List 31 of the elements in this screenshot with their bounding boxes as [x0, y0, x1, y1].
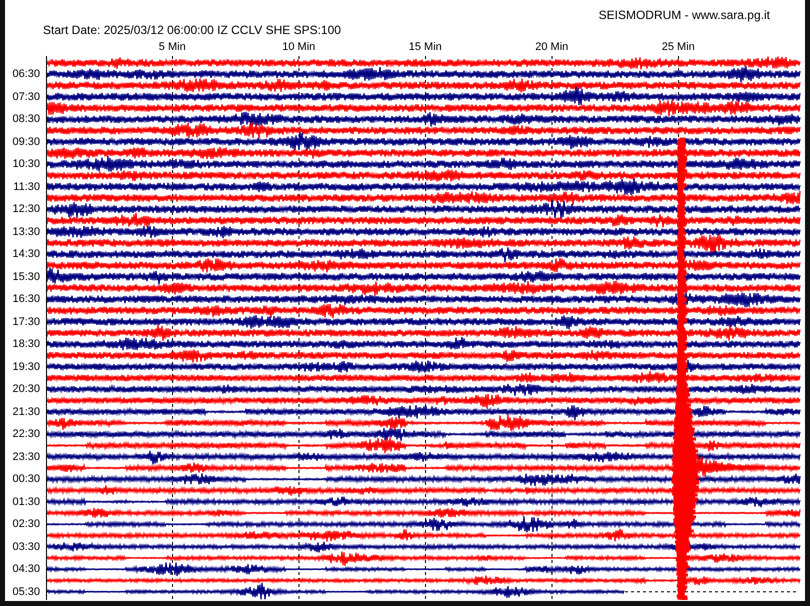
time-label: 11:30: [12, 180, 41, 194]
minute-label: 5 Min: [158, 40, 187, 55]
time-label: 07:30: [11, 90, 41, 104]
time-label: 00:30: [11, 472, 41, 487]
time-label: 15:30: [11, 270, 41, 284]
time-label: 12:30: [11, 202, 41, 217]
minute-label: 10 Min: [281, 40, 316, 55]
time-label: 09:30: [11, 134, 41, 150]
time-label: 05:30: [11, 584, 41, 600]
chart-title: SEISMODRUM - www.sara.pg.it: [598, 7, 771, 23]
time-label: 04:30: [11, 562, 41, 577]
time-label: 13:30: [11, 224, 41, 240]
time-label: 20:30: [11, 382, 41, 397]
time-label: 14:30: [11, 247, 41, 262]
minute-label: 20 Min: [534, 40, 570, 55]
minute-label: 15 Min: [408, 40, 443, 55]
time-label: 02:30: [11, 517, 41, 532]
time-label: 06:30: [11, 67, 41, 82]
time-label: 01:30: [11, 494, 41, 510]
time-label: 10:30: [11, 157, 41, 172]
time-label: 22:30: [11, 427, 41, 442]
time-label: 18:30: [11, 337, 41, 352]
time-label: 08:30: [11, 112, 41, 127]
start-date-info: Start Date: 2025/03/12 06:00:00 IZ CCLV SHE SPS:100: [42, 23, 342, 38]
time-label: 03:30: [11, 540, 41, 554]
time-label: 19:30: [11, 360, 41, 374]
time-label: 16:30: [11, 292, 41, 307]
time-label: 23:30: [11, 450, 41, 464]
time-label: 21:30: [11, 404, 41, 420]
minute-label: 25 Min: [660, 40, 696, 55]
time-label: 17:30: [11, 314, 41, 330]
